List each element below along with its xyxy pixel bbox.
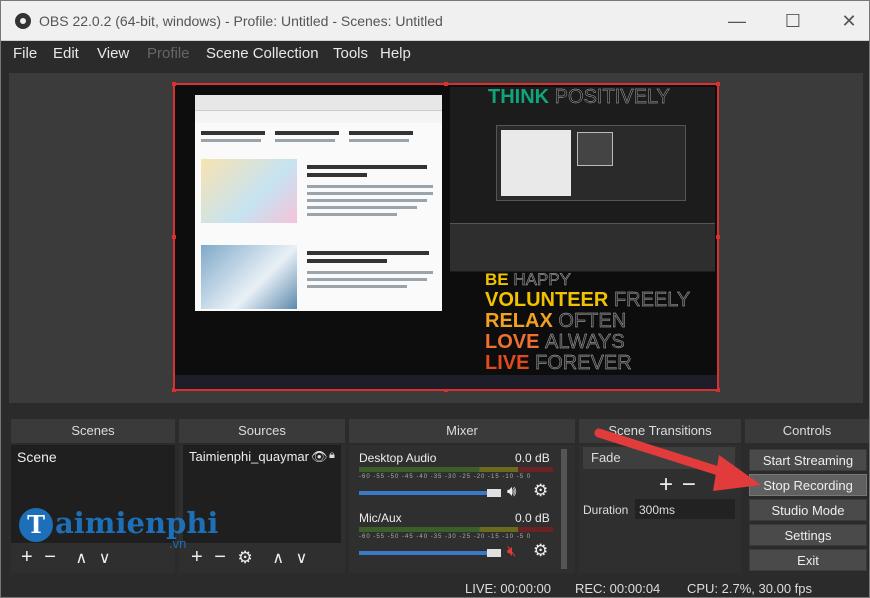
menu-scene-collection[interactable]: Scene Collection xyxy=(206,45,319,62)
taimienphi-watermark: T aimienphi .vn xyxy=(19,506,229,551)
rec-status: REC: 00:00:04 xyxy=(575,581,661,596)
volume-slider-knob[interactable] xyxy=(487,489,501,497)
poster-line: THINK POSITIVELY xyxy=(488,86,670,108)
move-up-icon[interactable]: ∧ xyxy=(76,550,88,567)
menu-help[interactable]: Help xyxy=(380,45,411,62)
browser-address-bar xyxy=(195,95,442,111)
scene-item[interactable]: Scene xyxy=(17,449,57,465)
status-bar: LIVE: 00:00:00 REC: 00:00:04 CPU: 2.7%, … xyxy=(1,577,869,597)
poster-line: LIVE FOREVER xyxy=(485,352,632,374)
watermark-brand: aimienphi xyxy=(55,506,219,540)
menu-edit[interactable]: Edit xyxy=(53,45,79,62)
resize-handle[interactable] xyxy=(444,82,448,86)
mixer-dock: Desktop Audio 0.0 dB -60 -55 -50 -45 -40… xyxy=(349,445,575,573)
article-thumbnail xyxy=(201,159,297,223)
mixer-channel-name: Mic/Aux xyxy=(359,511,402,525)
captured-taskbar xyxy=(175,375,717,389)
annotation-arrow xyxy=(594,428,761,491)
menu-profile[interactable]: Profile xyxy=(147,45,190,62)
volume-meter xyxy=(359,527,553,532)
mixer-gear-icon[interactable]: ⚙ xyxy=(533,541,548,561)
mixer-channel-name: Desktop Audio xyxy=(359,451,437,465)
obs-window: OBS 22.0.2 (64-bit, windows) - Profile: … xyxy=(0,0,870,598)
nested-panels xyxy=(450,223,715,271)
poster-line: VOLUNTEER FREELY xyxy=(485,289,691,311)
muted-speaker-icon[interactable]: 🔇︎ xyxy=(507,543,516,560)
browser-tab-strip xyxy=(195,111,442,123)
resize-handle[interactable] xyxy=(716,82,720,86)
resize-handle[interactable] xyxy=(172,82,176,86)
nested-preview xyxy=(496,125,686,201)
lock-icon[interactable]: 🔒︎ xyxy=(329,449,335,462)
minimize-button[interactable]: — xyxy=(717,5,757,37)
volume-slider[interactable] xyxy=(359,551,495,555)
mixer-channel-db: 0.0 dB xyxy=(515,451,550,465)
watermark-logo-icon: T xyxy=(19,508,53,542)
resize-handle[interactable] xyxy=(172,235,176,239)
meter-ticks: -60 -55 -50 -45 -40 -35 -30 -25 -20 -15 … xyxy=(359,474,532,480)
duration-label: Duration xyxy=(583,503,629,517)
mixer-channel-db: 0.0 dB xyxy=(515,511,550,525)
resize-handle[interactable] xyxy=(716,235,720,239)
menu-tools[interactable]: Tools xyxy=(333,45,368,62)
mixer-gear-icon[interactable]: ⚙ xyxy=(533,481,548,501)
duration-input[interactable]: 300ms xyxy=(635,499,735,519)
mixer-scrollbar[interactable] xyxy=(561,449,567,569)
maximize-button[interactable]: ☐ xyxy=(773,5,813,37)
poster-line: BE HAPPY xyxy=(485,270,571,289)
poster-line: LOVE ALWAYS xyxy=(485,331,625,353)
settings-button[interactable]: Settings xyxy=(749,524,867,546)
volume-slider-knob[interactable] xyxy=(487,549,501,557)
move-down-icon[interactable]: ∨ xyxy=(296,550,308,567)
close-button[interactable]: ✕ xyxy=(829,5,869,37)
source-properties-gear-icon[interactable]: ⚙ xyxy=(238,548,253,567)
watermark-suffix: .vn xyxy=(169,536,187,551)
meter-ticks: -60 -55 -50 -45 -40 -35 -30 -25 -20 -15 … xyxy=(359,534,532,540)
nested-obs-capture xyxy=(450,87,715,272)
sources-header: Sources xyxy=(179,419,345,443)
studio-mode-button[interactable]: Studio Mode xyxy=(749,499,867,521)
scenes-header: Scenes xyxy=(11,419,175,443)
preview-canvas[interactable]: THINK POSITIVELY BE HAPPY VOLUNTEER FREE… xyxy=(172,82,720,392)
volume-slider[interactable] xyxy=(359,491,495,495)
menu-view[interactable]: View xyxy=(97,45,129,62)
exit-button[interactable]: Exit xyxy=(749,549,867,571)
window-title: OBS 22.0.2 (64-bit, windows) - Profile: … xyxy=(39,13,443,29)
menu-bar: File Edit View Profile Scene Collection … xyxy=(1,41,869,67)
article-thumbnail xyxy=(201,245,297,309)
preview-area[interactable]: THINK POSITIVELY BE HAPPY VOLUNTEER FREE… xyxy=(9,73,863,403)
mixer-header: Mixer xyxy=(349,419,575,443)
poster-line: RELAX OFTEN xyxy=(485,310,627,332)
captured-webpage xyxy=(195,95,442,311)
move-up-icon[interactable]: ∧ xyxy=(272,550,284,567)
menu-file[interactable]: File xyxy=(13,45,37,62)
live-status: LIVE: 00:00:00 xyxy=(465,581,552,596)
volume-meter xyxy=(359,467,553,472)
cpu-status: CPU: 2.7%, 30.00 fps xyxy=(687,581,813,596)
visibility-eye-icon[interactable]: 👁 xyxy=(311,449,328,465)
duration-value: 300ms xyxy=(639,503,676,517)
obs-logo-icon xyxy=(15,13,31,29)
speaker-icon[interactable]: 🔊︎ xyxy=(507,483,516,500)
move-down-icon[interactable]: ∨ xyxy=(99,550,111,567)
title-bar: OBS 22.0.2 (64-bit, windows) - Profile: … xyxy=(1,1,869,41)
source-item[interactable]: Taimienphi_quaymar xyxy=(189,449,309,464)
